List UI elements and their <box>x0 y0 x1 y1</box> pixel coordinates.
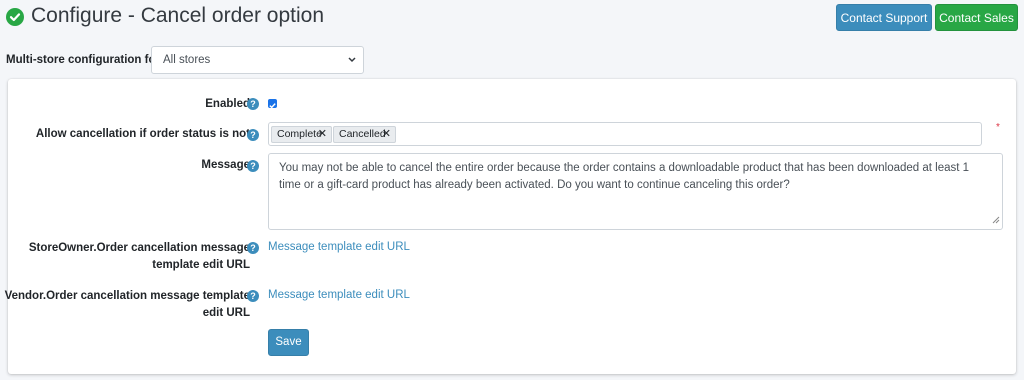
help-icon[interactable]: ? <box>247 160 259 172</box>
help-icon[interactable]: ? <box>247 242 259 254</box>
multi-store-label: Multi-store configuration for <box>6 54 160 66</box>
message-text: You may not be able to cancel the entire… <box>279 162 970 191</box>
chevron-down-icon <box>347 53 357 70</box>
status-tag-label: Complete <box>277 128 322 140</box>
help-icon[interactable]: ? <box>247 129 259 141</box>
vendor-label-line1: Vendor.Order cancellation message templa… <box>4 290 250 302</box>
message-textarea[interactable]: You may not be able to cancel the entire… <box>268 153 1003 230</box>
remove-tag-icon[interactable]: ✕ <box>318 127 327 142</box>
help-icon[interactable]: ? <box>247 290 259 302</box>
vendor-template-link[interactable]: Message template edit URL <box>268 289 410 301</box>
status-tag-label: Cancelled <box>339 128 386 140</box>
store-select[interactable]: All stores <box>151 46 364 74</box>
help-icon[interactable]: ? <box>247 98 259 110</box>
resize-handle-icon[interactable] <box>992 213 1000 227</box>
remove-tag-icon[interactable]: ✕ <box>382 127 391 142</box>
storeowner-label-line1: StoreOwner.Order cancellation message <box>28 242 250 254</box>
storeowner-template-link[interactable]: Message template edit URL <box>268 241 410 253</box>
check-circle-icon <box>6 8 24 26</box>
enabled-label: Enabled <box>205 98 250 110</box>
message-label: Message <box>201 159 250 171</box>
status-tag: Cancelled ✕ <box>333 126 396 143</box>
vendor-label-line2: edit URL <box>202 307 250 319</box>
allow-cancellation-label: Allow cancellation if order status is no… <box>35 128 250 140</box>
status-tag: Complete ✕ <box>271 126 332 143</box>
save-button[interactable]: Save <box>268 329 309 356</box>
required-marker: * <box>996 122 1000 133</box>
store-select-value: All stores <box>163 54 211 66</box>
enabled-checkbox[interactable] <box>268 99 277 109</box>
page-header: Configure - Cancel order option Contact … <box>0 0 1024 40</box>
page-title: Configure - Cancel order option <box>31 4 324 27</box>
vendor-template-label: Vendor.Order cancellation message templa… <box>5 288 250 322</box>
contact-sales-button[interactable]: Contact Sales <box>935 4 1018 31</box>
storeowner-label-line2: template edit URL <box>152 259 250 271</box>
contact-support-button[interactable]: Contact Support <box>836 4 932 31</box>
storeowner-template-label: StoreOwner.Order cancellation message te… <box>29 240 250 274</box>
order-status-multiselect[interactable]: Complete ✕ Cancelled ✕ <box>268 122 982 146</box>
